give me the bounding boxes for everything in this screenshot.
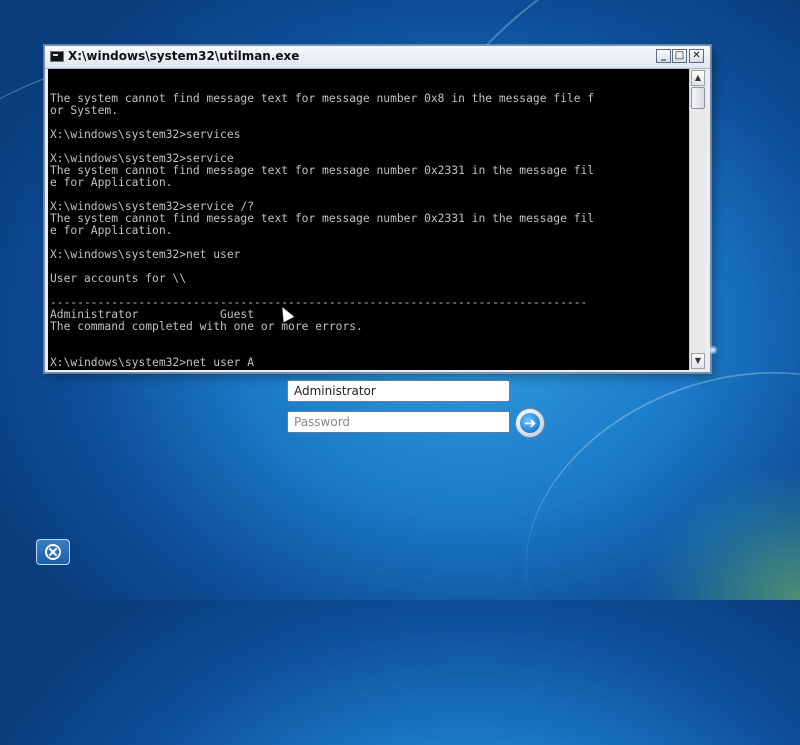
- submit-button[interactable]: ➔: [515, 408, 545, 438]
- window-titlebar[interactable]: X:\windows\system32\utilman.exe _ □ ✕: [45, 46, 710, 69]
- console-line: The command completed with one or more e…: [50, 320, 363, 333]
- maximize-button[interactable]: □: [672, 49, 687, 63]
- username-field[interactable]: [287, 380, 510, 402]
- console-line: e for Application.: [50, 176, 173, 189]
- close-button[interactable]: ✕: [689, 49, 704, 63]
- scrollbar-thumb[interactable]: [691, 87, 705, 109]
- password-field[interactable]: [287, 411, 510, 433]
- arrow-right-icon: ➔: [520, 413, 540, 433]
- window-title: X:\windows\system32\utilman.exe: [68, 49, 300, 63]
- minimize-button[interactable]: _: [656, 49, 671, 63]
- console-line: or System.: [50, 104, 119, 117]
- console-output[interactable]: The system cannot find message text for …: [48, 69, 689, 370]
- command-prompt-window[interactable]: X:\windows\system32\utilman.exe _ □ ✕ Th…: [44, 45, 711, 373]
- console-line: X:\windows\system32>net user: [50, 248, 241, 261]
- console-line: User accounts for \\: [50, 272, 187, 285]
- console-line: The system cannot find message text for …: [50, 92, 595, 105]
- background-streak: [481, 317, 800, 745]
- background-glow: [520, 340, 800, 600]
- scroll-down-button[interactable]: ▼: [691, 353, 705, 369]
- ease-of-access-button[interactable]: [36, 539, 70, 565]
- console-line: X:\windows\system32>services: [50, 128, 241, 141]
- ease-of-access-icon: [45, 544, 61, 560]
- background-sparkle: [708, 345, 718, 355]
- scroll-up-button[interactable]: ▲: [691, 70, 705, 86]
- console-icon: [50, 51, 64, 62]
- vertical-scrollbar[interactable]: ▲ ▼: [689, 69, 706, 370]
- console-prompt-line[interactable]: X:\windows\system32>net user A: [50, 357, 689, 369]
- console-line: e for Application.: [50, 224, 173, 237]
